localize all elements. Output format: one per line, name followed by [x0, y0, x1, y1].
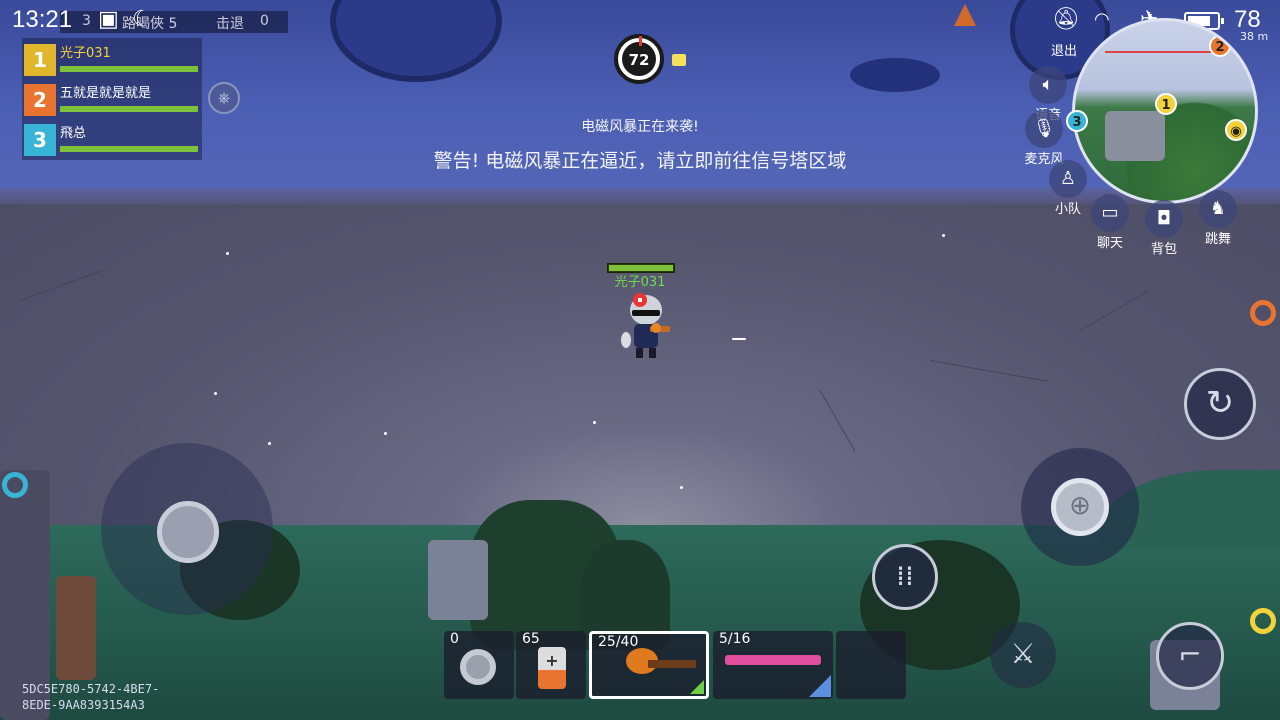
- weapon-switch-button[interactable]: ⌐: [1156, 622, 1224, 690]
- inventory-slot-medkit[interactable]: 65 +: [516, 631, 586, 699]
- squad-button[interactable]: ♙ 小队: [1044, 160, 1092, 217]
- minimap-marker-signal: ◉: [1225, 119, 1247, 141]
- inventory-slot-weapon-1[interactable]: 25/40: [589, 631, 709, 699]
- pistol-icon: ⌐: [1178, 638, 1202, 671]
- minimap-marker-2: 2: [1209, 35, 1231, 57]
- snowflake: [384, 432, 387, 435]
- offscreen-marker-right: [1250, 300, 1276, 326]
- storm-timer-value: 72: [622, 42, 656, 76]
- signal-tower-icon: [672, 54, 686, 66]
- dance-button[interactable]: ♞ 跳舞: [1194, 190, 1242, 247]
- backpack-button[interactable]: ◘ 背包: [1140, 200, 1188, 257]
- minimap-marker-1: 1: [1155, 93, 1177, 115]
- snowflake: [268, 442, 271, 445]
- medkit-icon: +: [538, 647, 566, 689]
- exit-button[interactable]: 退出: [1040, 40, 1088, 59]
- ammo-swap-icon: ⁞⁞: [896, 559, 914, 592]
- storm-notice: 电磁风暴正在来袭!: [581, 119, 699, 135]
- wifi-icon: ◠: [1094, 9, 1110, 30]
- sword-icon: ⚔: [1010, 637, 1036, 670]
- team-number-badge: 3: [24, 124, 56, 156]
- speaker-icon: 🔈︎: [1029, 66, 1067, 104]
- snowflake: [226, 252, 229, 255]
- team-member-1[interactable]: 1 光子031: [22, 40, 202, 78]
- squad-label: 小队: [1054, 202, 1081, 217]
- team-health-bar: [60, 66, 198, 72]
- slot-count: 25/40: [598, 634, 639, 650]
- player-character: [621, 293, 670, 358]
- inventory-slot-empty[interactable]: [836, 631, 906, 699]
- exit-label: 退出: [1050, 44, 1077, 59]
- team-health-bar: [60, 146, 198, 152]
- melee-button[interactable]: ⚔: [990, 622, 1056, 688]
- snowy-bush: [850, 58, 940, 92]
- moon-icon: ☾: [132, 7, 152, 32]
- clock: 13:21: [12, 6, 73, 33]
- mic-button[interactable]: 🎙︎ 麦克风: [1020, 110, 1068, 167]
- duct-tape-icon: [460, 649, 496, 685]
- chat-icon: ▭: [1091, 194, 1129, 232]
- fire-button[interactable]: ⊕: [1021, 448, 1139, 566]
- chat-button[interactable]: ▭ 聊天: [1086, 194, 1134, 251]
- slot-count: 0: [450, 631, 459, 647]
- minimap-path: [1105, 51, 1225, 53]
- storm-warning: 警告! 电磁风暴正在逼近，请立即前往信号塔区域: [433, 150, 847, 172]
- minimap-road: [1105, 111, 1165, 161]
- crosshair-icon: ⊕: [1051, 478, 1109, 536]
- dance-icon: ♞: [1199, 190, 1237, 228]
- slot-count: 65: [522, 631, 540, 647]
- chat-label: 聊天: [1096, 236, 1123, 251]
- rarity-corner: [690, 680, 704, 694]
- slot-count: 5/16: [719, 631, 751, 647]
- team-number-badge: 1: [24, 44, 56, 76]
- device-id-line-1: 5DC5E780-5742-4BE7-: [22, 682, 160, 696]
- microphone-icon: 🎙︎: [1025, 110, 1063, 148]
- team-health-bar: [60, 106, 198, 112]
- reload-button[interactable]: ↻: [1184, 368, 1256, 440]
- pink-shotgun-icon: [725, 655, 821, 665]
- reload-icon: ↻: [1205, 383, 1235, 423]
- offscreen-marker-left: [2, 472, 28, 498]
- kill-strip-left: 3: [82, 13, 91, 29]
- device-id: 5DC5E780-5742-4BE7- 8EDE-9AA8393154A3: [22, 681, 159, 713]
- squad-mic-icon: ♙: [1049, 160, 1087, 198]
- inventory-slot-tape[interactable]: 0: [444, 631, 514, 699]
- rarity-corner: [809, 675, 831, 697]
- snowflake: [593, 421, 596, 424]
- snowflake: [942, 234, 945, 237]
- snowflake: [732, 338, 746, 340]
- team-member-name: 飛总: [60, 126, 87, 141]
- team-number-badge: 2: [24, 84, 56, 116]
- joystick-knob[interactable]: [157, 501, 219, 563]
- kills-value: 0: [260, 13, 269, 29]
- inventory-slot-weapon-2[interactable]: 5/16: [713, 631, 833, 699]
- snowflake: [214, 392, 217, 395]
- team-member-2[interactable]: 2 五就是就是就是: [22, 80, 202, 118]
- offscreen-marker-right-yellow: [1250, 608, 1276, 634]
- backpack-icon: ◘: [1145, 200, 1183, 238]
- rock: [428, 540, 488, 620]
- team-panel: 1 光子031 2 五就是就是就是 3 飛总: [22, 38, 202, 160]
- ammo-swap-button[interactable]: ⁞⁞: [872, 544, 938, 610]
- gallery-icon: ▣: [98, 7, 119, 32]
- wooden-crate: [56, 576, 96, 680]
- team-member-3[interactable]: 3 飛总: [22, 120, 202, 158]
- storm-timer: 72: [614, 34, 664, 84]
- device-id-line-2: 8EDE-9AA8393154A3: [22, 698, 145, 712]
- backpack-label: 背包: [1150, 242, 1177, 257]
- team-member-name: 光子031: [60, 46, 111, 61]
- dance-label: 跳舞: [1204, 232, 1231, 247]
- team-member-name: 五就是就是就是: [60, 86, 152, 101]
- minimap[interactable]: 1 2 ◉: [1072, 18, 1258, 204]
- kill-strip: 3 路喝俠 5 击退 0: [60, 11, 288, 33]
- kills-label: 击退: [216, 16, 244, 32]
- mute-bell-icon: 🔕︎: [1052, 7, 1080, 32]
- movement-joystick[interactable]: [101, 443, 273, 615]
- compass-needle: [639, 36, 642, 46]
- minimap-distance: 38 m: [1240, 30, 1269, 43]
- snowflake: [680, 486, 683, 489]
- steering-wheel-icon[interactable]: ⎈: [208, 82, 240, 114]
- gun-barrel: [648, 660, 696, 668]
